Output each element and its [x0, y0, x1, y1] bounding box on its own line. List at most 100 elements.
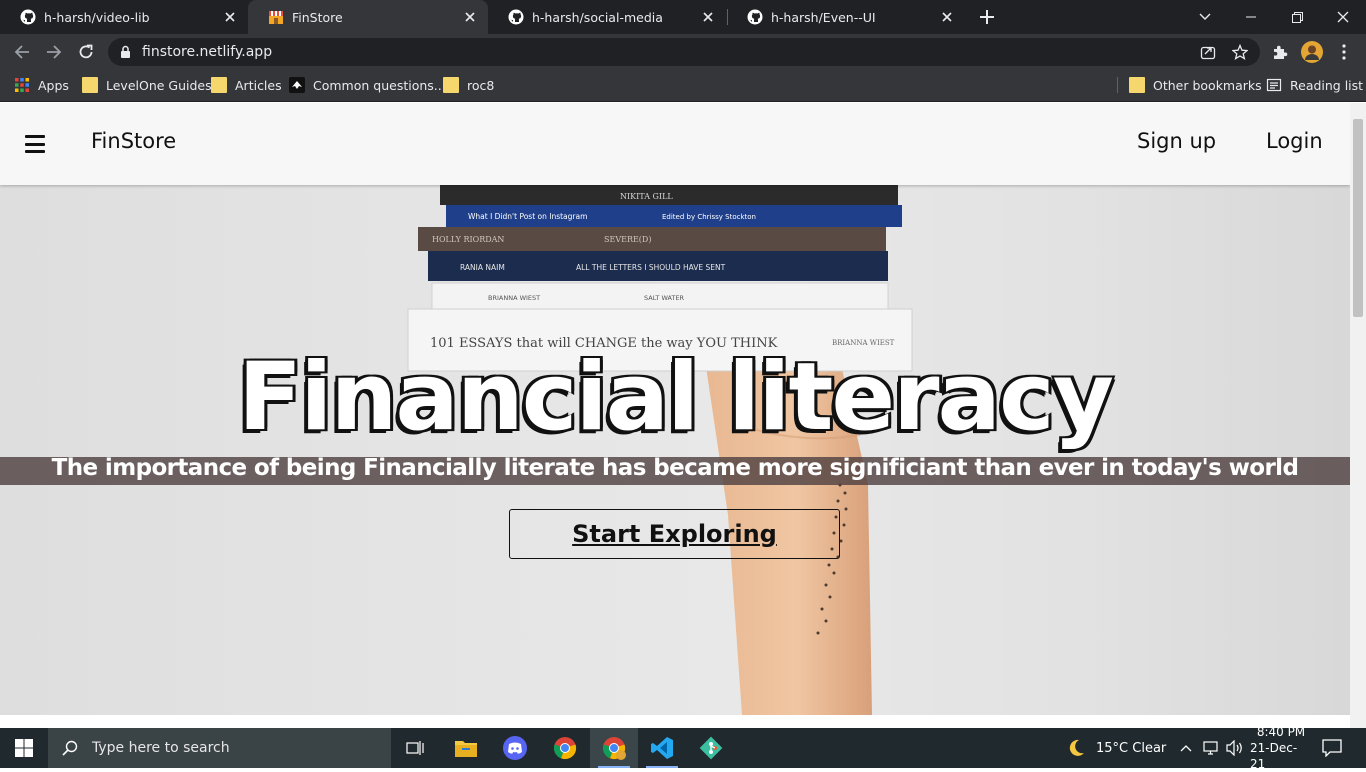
- file-explorer-icon: [455, 741, 477, 757]
- bookmark-label: LevelOne Guides: [106, 77, 212, 93]
- github-icon: [747, 9, 763, 25]
- chevron-down-icon: [1199, 13, 1211, 20]
- close-tab-icon[interactable]: [222, 9, 238, 25]
- hero-subtitle: The importance of being Financially lite…: [51, 455, 1299, 481]
- login-link[interactable]: Login: [1266, 129, 1323, 153]
- restore-button[interactable]: [1274, 0, 1320, 34]
- bookmark-label: Articles: [235, 77, 282, 93]
- kebab-menu-icon: [1342, 44, 1346, 60]
- network-status[interactable]: [1203, 728, 1221, 768]
- tab-search-button[interactable]: [1193, 0, 1217, 34]
- arrow-right-icon: [47, 45, 62, 59]
- vscode-icon: [651, 737, 673, 759]
- restore-icon: [1291, 11, 1303, 23]
- task-view-button[interactable]: [392, 728, 440, 768]
- bookmark-apps[interactable]: Apps: [14, 70, 69, 100]
- star-icon[interactable]: [1232, 44, 1248, 60]
- close-icon: [1337, 11, 1349, 23]
- show-hidden-icons[interactable]: [1180, 728, 1192, 768]
- bookmark-label: Common questions...: [313, 77, 446, 93]
- arrow-left-icon: [14, 45, 29, 59]
- other-bookmarks-label: Other bookmarks: [1153, 77, 1262, 93]
- apps-grid-icon: [15, 78, 29, 92]
- start-button[interactable]: [0, 728, 48, 768]
- site-brand[interactable]: FinStore: [91, 129, 176, 153]
- moon-icon: [1069, 739, 1084, 756]
- task-view-icon: [406, 741, 424, 755]
- site-navbar: FinStore Sign up Login: [0, 103, 1350, 185]
- page-viewport: FinStore Sign up Login NIKITA GILL What …: [0, 103, 1350, 728]
- tab-finstore[interactable]: FinStore: [248, 0, 488, 34]
- reload-button[interactable]: [74, 40, 98, 64]
- browser-menu-button[interactable]: [1332, 40, 1356, 64]
- extensions-button[interactable]: [1268, 40, 1292, 64]
- github-icon: [508, 9, 524, 25]
- plus-icon: [980, 10, 994, 24]
- notification-center[interactable]: [1322, 728, 1342, 768]
- tab-video-lib[interactable]: h-harsh/video-lib: [0, 0, 248, 34]
- hamburger-menu-icon[interactable]: [25, 135, 45, 153]
- chevron-up-icon: [1180, 745, 1192, 752]
- bookmark-label: roc8: [467, 77, 495, 93]
- reading-list-icon: [1266, 78, 1282, 92]
- bookmark-articles[interactable]: Articles: [211, 70, 282, 100]
- taskbar-discord[interactable]: [491, 728, 539, 768]
- reading-list[interactable]: Reading list: [1266, 70, 1363, 100]
- volume-control[interactable]: [1226, 728, 1244, 768]
- lock-icon: [121, 45, 130, 58]
- search-icon: [62, 740, 78, 756]
- minimize-button[interactable]: [1228, 0, 1274, 34]
- book-author: Edited by Chrissy Stockton: [662, 213, 756, 221]
- close-window-button[interactable]: [1320, 0, 1366, 34]
- chrome-icon: [553, 737, 577, 760]
- taskbar-chrome-active[interactable]: [590, 728, 638, 768]
- bookmarks-bar: Apps LevelOne Guides Articles Common que…: [0, 70, 1366, 102]
- puzzle-icon: [1274, 45, 1288, 59]
- close-tab-icon[interactable]: [939, 9, 955, 25]
- bookmark-label: Apps: [38, 77, 69, 93]
- back-button[interactable]: [10, 40, 34, 64]
- profile-avatar[interactable]: [1300, 40, 1324, 64]
- taskbar-file-explorer[interactable]: [442, 728, 490, 768]
- page-scrollbar[interactable]: [1350, 103, 1366, 728]
- taskbar-gitkraken[interactable]: [687, 728, 735, 768]
- git-icon: [699, 736, 723, 760]
- hero-section: NIKITA GILL What I Didn't Post on Instag…: [0, 185, 1350, 715]
- bookmark-levelone-guides[interactable]: LevelOne Guides: [82, 70, 212, 100]
- forward-button[interactable]: [42, 40, 66, 64]
- weather-widget[interactable]: 15°C Clear: [1066, 728, 1166, 768]
- github-icon: [20, 9, 36, 25]
- avatar-icon: [1301, 41, 1323, 63]
- clock-time: 8:40 PM: [1256, 725, 1306, 739]
- notification-icon: [1322, 739, 1342, 757]
- tab-social-media[interactable]: h-harsh/social-media: [488, 0, 726, 34]
- taskbar-chrome[interactable]: [541, 728, 589, 768]
- new-tab-button[interactable]: [975, 0, 999, 34]
- tab-even-ui[interactable]: h-harsh/Even--UI: [727, 0, 965, 34]
- taskbar-vscode[interactable]: [638, 728, 686, 768]
- close-tab-icon[interactable]: [700, 9, 716, 25]
- search-placeholder: Type here to search: [92, 740, 230, 756]
- book-subtitle: SALT WATER: [644, 294, 685, 302]
- share-icon[interactable]: [1200, 44, 1216, 60]
- book-subtitle: SEVERE(D): [604, 235, 651, 244]
- signup-link[interactable]: Sign up: [1137, 129, 1216, 153]
- folder-icon: [211, 77, 227, 93]
- bookmark-separator: [1117, 77, 1118, 93]
- start-exploring-button[interactable]: Start Exploring: [509, 509, 840, 559]
- other-bookmarks[interactable]: Other bookmarks: [1129, 70, 1262, 100]
- address-bar[interactable]: finstore.netlify.app: [108, 38, 1260, 66]
- hero-title: Financial literacy: [238, 343, 1114, 452]
- bookmark-common-questions[interactable]: Common questions...: [289, 70, 446, 100]
- scrollbar-thumb[interactable]: [1353, 119, 1363, 317]
- browser-toolbar: finstore.netlify.app: [0, 34, 1366, 70]
- discord-icon: [503, 736, 527, 760]
- taskbar-search-box[interactable]: Type here to search: [48, 728, 391, 768]
- weather-text: 15°C Clear: [1096, 740, 1167, 756]
- clock-date: 21-Dec-21: [1250, 741, 1298, 771]
- bookmark-roc8[interactable]: roc8: [443, 70, 494, 100]
- close-tab-icon[interactable]: [462, 9, 478, 25]
- book-title: NIKITA GILL: [620, 192, 673, 201]
- book-title: RANIA NAIM: [460, 263, 505, 272]
- clock[interactable]: 8:40 PM 21-Dec-21: [1250, 725, 1312, 771]
